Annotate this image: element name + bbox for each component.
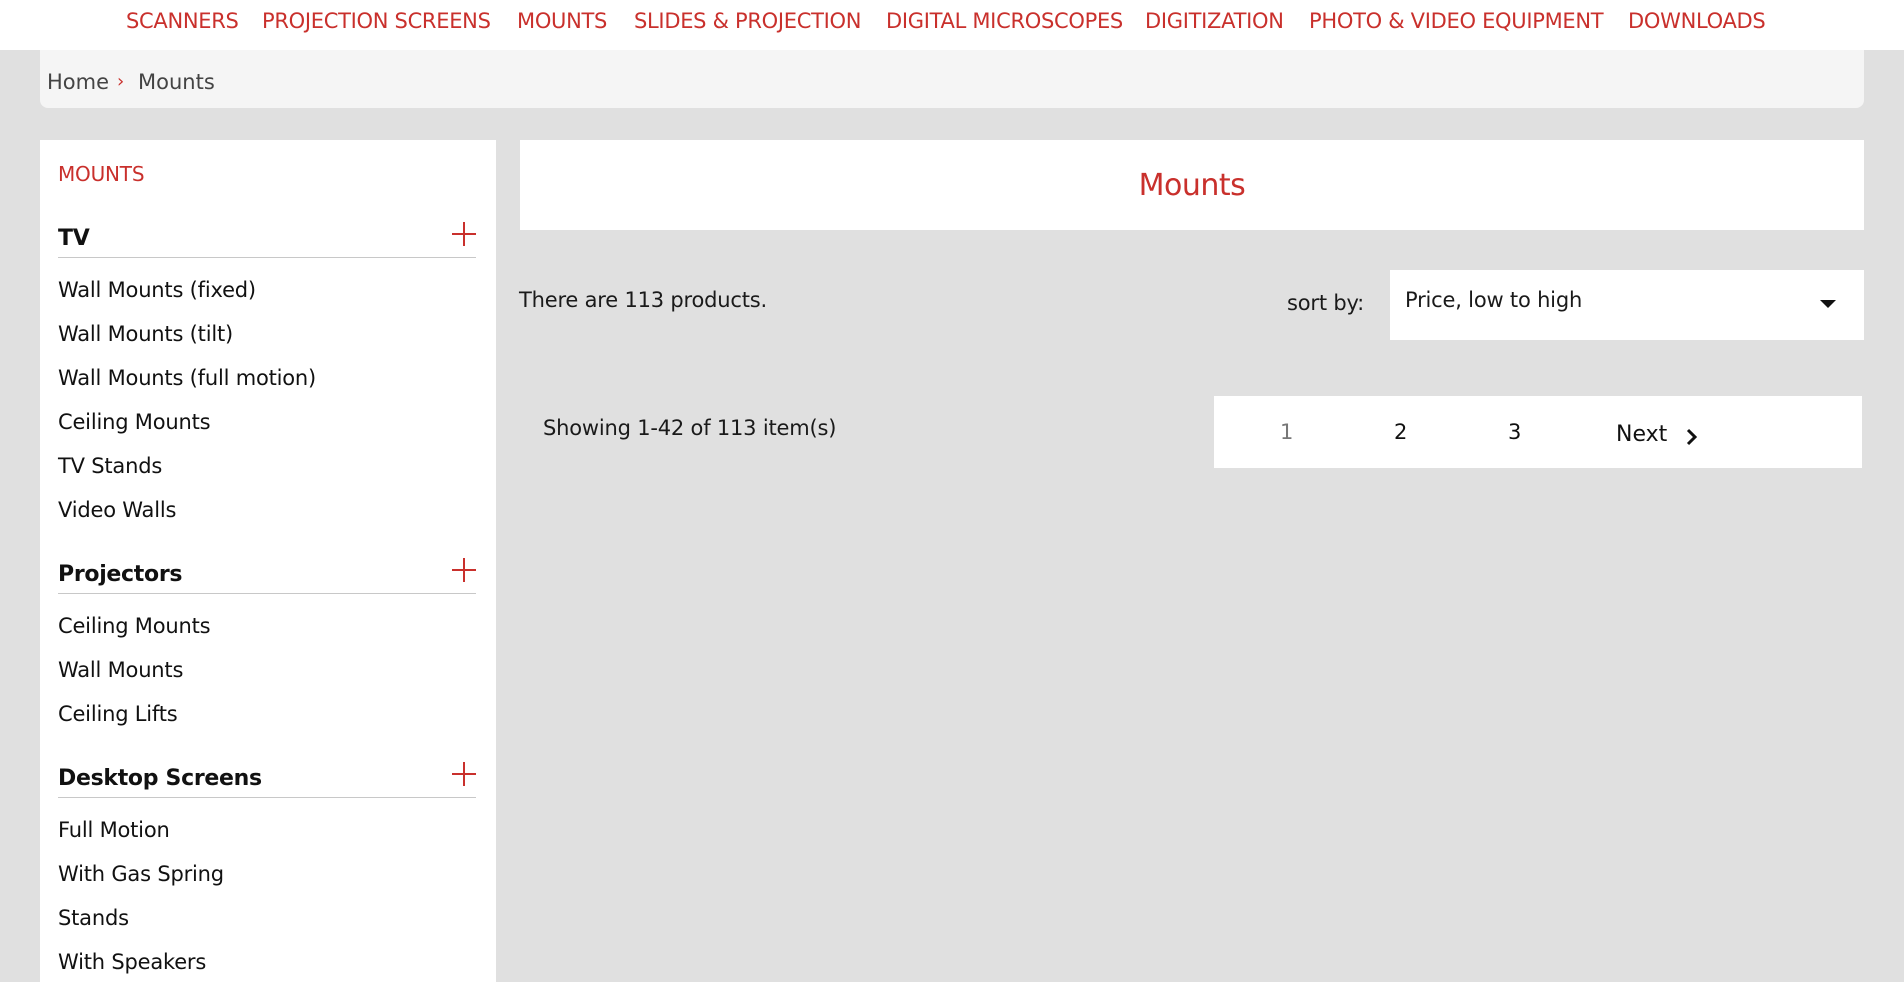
- nav-item-mounts[interactable]: MOUNTS: [517, 9, 607, 33]
- sidebar-item-desktop-speakers[interactable]: With Speakers: [58, 950, 206, 974]
- nav-item-projection-screens[interactable]: PROJECTION SCREENS: [262, 9, 491, 33]
- caret-down-icon[interactable]: [1820, 300, 1836, 308]
- sidebar-item-desktop-full-motion[interactable]: Full Motion: [58, 818, 170, 842]
- page-link-2[interactable]: 2: [1394, 420, 1407, 444]
- sort-label: sort by:: [1287, 291, 1365, 315]
- chevron-right-icon[interactable]: [1682, 427, 1702, 447]
- plus-icon[interactable]: [452, 558, 476, 582]
- sidebar-item-tv-stands[interactable]: TV Stands: [58, 454, 162, 478]
- plus-icon[interactable]: [452, 762, 476, 786]
- breadcrumb-home[interactable]: Home: [47, 70, 109, 94]
- sidebar-group-projectors[interactable]: Projectors: [58, 554, 476, 594]
- sidebar-item-projectors-ceiling-lifts[interactable]: Ceiling Lifts: [58, 702, 178, 726]
- nav-item-digital-microscopes[interactable]: DIGITAL MICROSCOPES: [886, 9, 1123, 33]
- sidebar-group-desktop-screens[interactable]: Desktop Screens: [58, 758, 476, 798]
- sidebar-group-label[interactable]: TV: [58, 226, 90, 251]
- nav-item-downloads[interactable]: DOWNLOADS: [1628, 9, 1766, 33]
- nav-item-scanners[interactable]: SCANNERS: [126, 9, 239, 33]
- sidebar-group-tv[interactable]: TV: [58, 218, 476, 258]
- next-page-link[interactable]: Next: [1616, 422, 1667, 447]
- sidebar-item-tv-wall-mounts-tilt[interactable]: Wall Mounts (tilt): [58, 322, 233, 346]
- sidebar-item-projectors-ceiling-mounts[interactable]: Ceiling Mounts: [58, 614, 211, 638]
- nav-item-digitization[interactable]: DIGITIZATION: [1145, 9, 1284, 33]
- nav-item-photo-video-equipment[interactable]: PHOTO & VIDEO EQUIPMENT: [1309, 9, 1604, 33]
- sidebar-group-label[interactable]: Projectors: [58, 562, 182, 587]
- page-link-1[interactable]: 1: [1280, 420, 1293, 444]
- breadcrumb: Home › Mounts: [40, 50, 1864, 108]
- sort-selected-value[interactable]: Price, low to high: [1405, 288, 1582, 312]
- sidebar-item-desktop-gas-spring[interactable]: With Gas Spring: [58, 862, 224, 886]
- page-title-box: Mounts: [520, 140, 1864, 230]
- sidebar-item-tv-video-walls[interactable]: Video Walls: [58, 498, 176, 522]
- page-link-3[interactable]: 3: [1508, 420, 1521, 444]
- plus-icon[interactable]: [452, 222, 476, 246]
- showing-items-text: Showing 1-42 of 113 item(s): [543, 416, 837, 440]
- sidebar-item-tv-wall-mounts-fixed[interactable]: Wall Mounts (fixed): [58, 278, 256, 302]
- sidebar-item-desktop-stands[interactable]: Stands: [58, 906, 129, 930]
- sidebar-title[interactable]: MOUNTS: [58, 162, 145, 186]
- top-navigation: SCANNERS PROJECTION SCREENS MOUNTS SLIDE…: [0, 0, 1904, 50]
- breadcrumb-current: Mounts: [138, 70, 215, 94]
- sidebar-group-label[interactable]: Desktop Screens: [58, 766, 262, 791]
- sidebar-item-projectors-wall-mounts[interactable]: Wall Mounts: [58, 658, 183, 682]
- product-count: There are 113 products.: [519, 288, 768, 312]
- pagination: 1 2 3 Next: [1214, 396, 1862, 468]
- nav-item-slides-projection[interactable]: SLIDES & PROJECTION: [634, 9, 861, 33]
- sidebar-item-tv-ceiling-mounts[interactable]: Ceiling Mounts: [58, 410, 211, 434]
- category-sidebar: MOUNTS TV Wall Mounts (fixed) Wall Mount…: [40, 140, 496, 982]
- breadcrumb-separator-icon: ›: [117, 71, 125, 92]
- page-title: Mounts: [1138, 168, 1246, 203]
- sort-dropdown[interactable]: Price, low to high: [1390, 270, 1864, 340]
- sidebar-item-tv-wall-mounts-full-motion[interactable]: Wall Mounts (full motion): [58, 366, 316, 390]
